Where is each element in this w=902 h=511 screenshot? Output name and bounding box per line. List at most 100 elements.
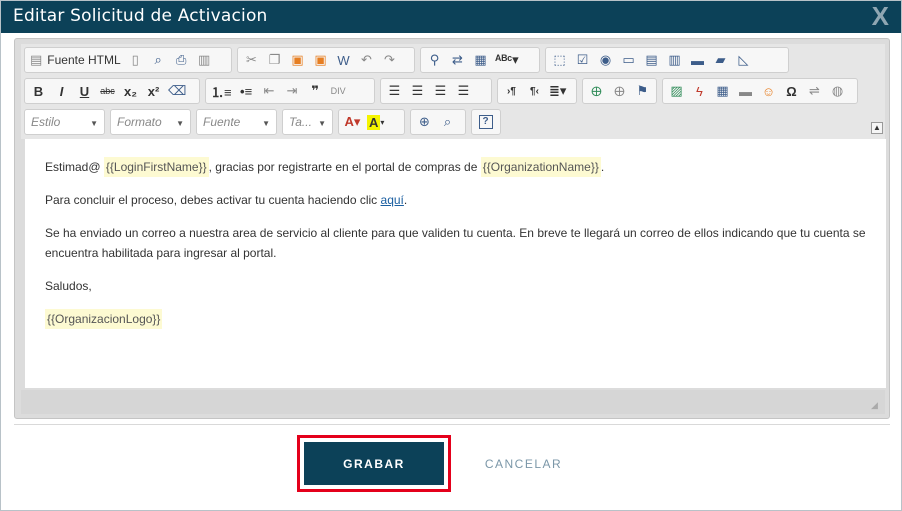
bulleted-list-icon: •≡	[240, 83, 253, 99]
maximize-button[interactable]: ⊕	[413, 111, 436, 133]
textarea-button[interactable]: ▤	[640, 49, 663, 71]
select-all-button[interactable]: ▦	[469, 49, 492, 71]
style-combo[interactable]: Estilo ▼	[24, 109, 105, 135]
new-page-button[interactable]: ▯	[124, 49, 147, 71]
superscript-icon: x²	[147, 83, 160, 99]
numbered-list-button[interactable]: ⒈≡	[208, 80, 235, 102]
activation-text: Para concluir el proceso, debes activar …	[45, 193, 381, 207]
button-field-button[interactable]: ▬	[686, 49, 709, 71]
bg-color-button[interactable]: A ▾	[364, 111, 387, 133]
link-icon: 🜨	[591, 84, 602, 99]
textfield-button[interactable]: ▭	[617, 49, 640, 71]
toolbar-group-paragraph: ⒈≡ •≡ ⇤ ⇥ ❞ DIV	[205, 78, 375, 104]
checkbox-button[interactable]: ☑	[571, 49, 594, 71]
blockquote-button[interactable]: ❞	[304, 80, 327, 102]
horizontal-rule-button[interactable]: ▬	[734, 80, 757, 102]
select-field-button[interactable]: ▥	[663, 49, 686, 71]
paste-text-button[interactable]: ▣	[309, 49, 332, 71]
strike-button[interactable]: abc	[96, 80, 119, 102]
superscript-button[interactable]: x²	[142, 80, 165, 102]
collapse-toolbar-button[interactable]: ▲	[871, 122, 883, 134]
table-button[interactable]: ▦	[711, 80, 734, 102]
redo-icon: ↷	[384, 52, 395, 67]
source-html-button[interactable]: ▤ Fuente HTML	[27, 49, 124, 71]
justify-button[interactable]: ☰	[452, 80, 475, 102]
activation-link[interactable]: aquí	[381, 193, 404, 207]
chevron-down-icon: ▼	[176, 119, 184, 128]
table-icon: ▦	[716, 83, 729, 98]
paste-button[interactable]: ▣	[286, 49, 309, 71]
replace-icon: ⇄	[452, 52, 463, 67]
create-div-button[interactable]: DIV	[327, 80, 350, 102]
underline-icon: U	[79, 83, 90, 99]
align-right-button[interactable]: ☰	[429, 80, 452, 102]
italic-button[interactable]: I	[50, 80, 73, 102]
editor-content[interactable]: Estimad@ {{LoginFirstName}}, gracias por…	[25, 139, 886, 388]
page-break-button[interactable]: ⇌	[803, 80, 826, 102]
flash-icon: ϟ	[696, 83, 703, 99]
toolbar-group-basic-styles: B I U abc x₂ x² ⌫	[24, 78, 200, 104]
rtl-button[interactable]: ¶‹	[523, 80, 546, 102]
remove-format-button[interactable]: ⌫	[165, 80, 189, 102]
indent-button[interactable]: ⇥	[281, 80, 304, 102]
replace-button[interactable]: ⇄	[446, 49, 469, 71]
flash-button[interactable]: ϟ	[688, 80, 711, 102]
help-button[interactable]: ?	[474, 111, 497, 133]
text-color-button[interactable]: A▾	[341, 111, 364, 133]
bold-icon: B	[33, 83, 44, 99]
size-combo[interactable]: Ta... ▼	[282, 109, 333, 135]
outdent-button[interactable]: ⇤	[258, 80, 281, 102]
hidden-field-button[interactable]: ◺	[732, 49, 755, 71]
copy-button[interactable]: ❐	[263, 49, 286, 71]
unlink-button[interactable]: 🜨	[608, 80, 631, 102]
cancel-button[interactable]: CANCELAR	[471, 442, 576, 485]
font-combo[interactable]: Fuente ▼	[196, 109, 277, 135]
special-char-button[interactable]: Ω	[780, 80, 803, 102]
templates-button[interactable]: ▥	[193, 49, 216, 71]
image-button-button[interactable]: ▰	[709, 49, 732, 71]
language-icon: ≣▾	[549, 83, 567, 98]
save-button[interactable]: GRABAR	[304, 442, 444, 485]
form-button[interactable]: ⬚	[548, 49, 571, 71]
registration-text: , gracias por registrarte en el portal d…	[208, 160, 481, 174]
show-blocks-button[interactable]: ⌕	[436, 111, 459, 133]
toolbar-group-document: ▤ Fuente HTML ▯ ⌕ ⎙ ▥	[24, 47, 232, 73]
redo-button[interactable]: ↷	[378, 49, 401, 71]
numbered-list-icon: ⒈≡	[211, 84, 232, 100]
anchor-button[interactable]: ⚑	[631, 80, 654, 102]
eraser-icon: ⌫	[168, 83, 187, 98]
close-icon[interactable]: X	[872, 1, 889, 31]
print-button[interactable]: ⎙	[170, 49, 193, 71]
underline-button[interactable]: U	[73, 80, 96, 102]
smiley-icon: ☺	[761, 83, 776, 99]
toolbar-group-forms: ⬚ ☑ ◉ ▭ ▤ ▥ ▬ ▰ ◺	[545, 47, 789, 73]
spellcheck-button[interactable]: ᴬᴮᶜ▾	[492, 49, 522, 71]
italic-icon: I	[59, 83, 64, 99]
subscript-button[interactable]: x₂	[119, 80, 142, 102]
language-button[interactable]: ≣▾	[546, 80, 569, 102]
spellcheck-icon: ᴬᴮᶜ▾	[495, 52, 519, 67]
bold-button[interactable]: B	[27, 80, 50, 102]
paste-word-button[interactable]: W	[332, 49, 355, 71]
footer-divider	[14, 424, 890, 425]
iframe-button[interactable]: ◍	[826, 80, 849, 102]
preview-button[interactable]: ⌕	[147, 49, 170, 71]
greeting-text: Estimad@	[45, 160, 104, 174]
undo-button[interactable]: ↶	[355, 49, 378, 71]
textarea-icon: ▤	[645, 52, 658, 67]
align-center-button[interactable]: ☰	[406, 80, 429, 102]
smiley-button[interactable]: ☺	[757, 80, 780, 102]
cut-button[interactable]: ✂	[240, 49, 263, 71]
image-button[interactable]: ▨	[665, 80, 688, 102]
align-left-button[interactable]: ☰	[383, 80, 406, 102]
bulleted-list-button[interactable]: •≡	[235, 80, 258, 102]
ltr-button[interactable]: ›¶	[500, 80, 523, 102]
link-button[interactable]: 🜨	[585, 80, 608, 102]
radio-button[interactable]: ◉	[594, 49, 617, 71]
find-button[interactable]: ⚲	[423, 49, 446, 71]
resize-handle-icon[interactable]: ◢	[871, 400, 881, 410]
cut-icon: ✂	[246, 52, 257, 67]
content-paragraph-3: Se ha enviado un correo a nuestra area d…	[45, 226, 866, 260]
copy-icon: ❐	[268, 52, 281, 67]
format-combo[interactable]: Formato ▼	[110, 109, 191, 135]
